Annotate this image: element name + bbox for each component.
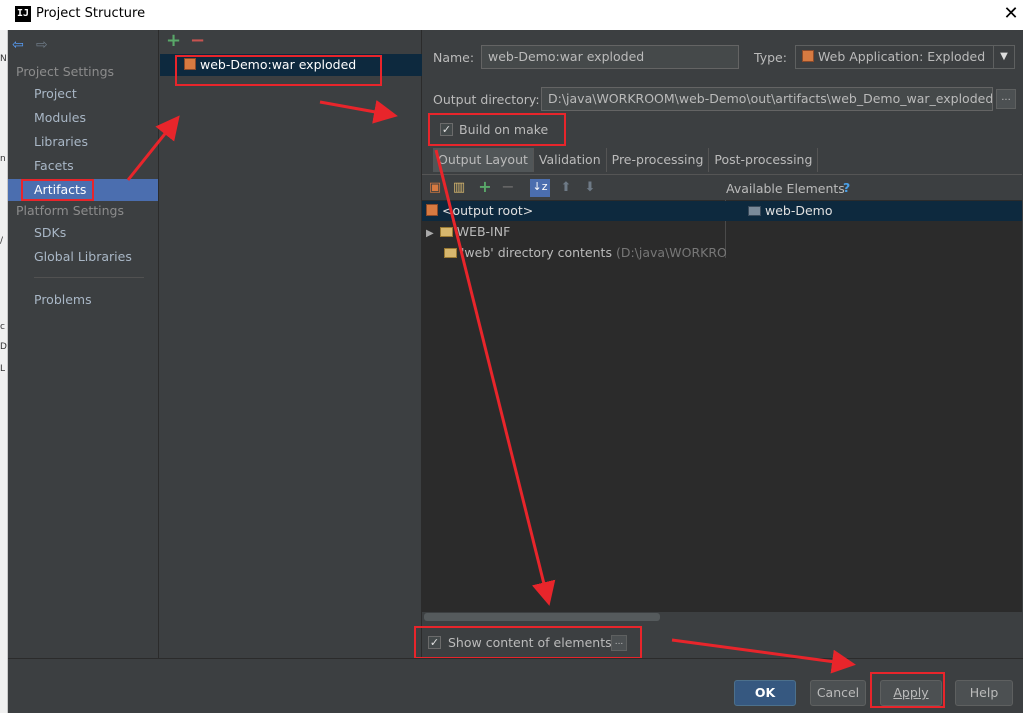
arrow-to-apply <box>671 638 856 674</box>
tab-output-layout[interactable]: Output Layout <box>433 148 534 172</box>
layout-tree-panel: <output root> web-Demo ▶ WEB-INF 'web' di… <box>422 200 1022 621</box>
tab-pre-processing[interactable]: Pre-processing <box>607 148 710 172</box>
horizontal-scrollbar[interactable] <box>424 613 660 621</box>
web-directory-label: 'web' directory contents <box>461 245 612 260</box>
strip-char: n <box>0 154 6 164</box>
folder-icon <box>439 227 453 237</box>
sidebar-item-sdks[interactable]: SDKs <box>8 222 158 244</box>
folder-icon <box>444 248 457 258</box>
artifacts-list-pane: + − web-Demo:war exploded <box>160 30 422 658</box>
sidebar-item-modules[interactable]: Modules <box>8 107 158 129</box>
browse-button[interactable]: ... <box>996 89 1016 109</box>
remove-artifact-icon[interactable]: − <box>190 30 205 51</box>
output-directory-field[interactable]: D:\java\WORKROOM\web-Demo\out\artifacts\… <box>541 87 993 111</box>
output-root-icon <box>426 204 438 216</box>
available-item-label: web-Demo <box>765 203 833 218</box>
sidebar-divider <box>34 277 144 278</box>
remove-element-icon[interactable]: − <box>500 179 516 195</box>
forward-arrow-icon[interactable]: ⇨ <box>36 38 50 52</box>
settings-sidebar: ⇦ ⇨ Project Settings Project Modules Lib… <box>8 30 159 658</box>
tree-row-output-root[interactable]: <output root> <box>426 201 533 221</box>
chevron-down-icon[interactable]: ▼ <box>993 46 1014 68</box>
sidebar-item-global-libraries[interactable]: Global Libraries <box>8 246 158 268</box>
create-archive-icon[interactable]: ▥ <box>451 180 467 196</box>
module-folder-icon <box>748 206 761 216</box>
layout-toolbar: ▣ ▥ + − ↓z ⬆ ⬇ Available Elements ? <box>422 174 1022 200</box>
help-icon[interactable]: ? <box>843 180 850 195</box>
title-bar: IJ Project Structure ✕ <box>0 0 1023 30</box>
output-directory-label: Output directory: <box>433 92 540 107</box>
type-select[interactable]: Web Application: Exploded <box>795 45 1015 69</box>
sidebar-item-facets[interactable]: Facets <box>8 155 158 177</box>
intellij-app-icon: IJ <box>15 6 31 22</box>
help-button[interactable]: Help <box>955 680 1013 706</box>
cancel-button[interactable]: Cancel <box>810 680 866 706</box>
move-up-icon[interactable]: ⬆ <box>558 180 574 196</box>
type-label: Type: <box>754 50 787 65</box>
annotation-box-artifacts <box>21 179 94 201</box>
strip-char: L <box>0 364 6 374</box>
name-field[interactable]: web-Demo:war exploded <box>481 45 739 69</box>
layout-tabs: Output Layout Validation Pre-processing … <box>433 148 819 172</box>
strip-char: c <box>0 322 5 332</box>
name-label: Name: <box>433 50 475 65</box>
annotation-box-artifact <box>175 55 382 86</box>
add-element-icon[interactable]: + <box>477 179 493 195</box>
tab-validation[interactable]: Validation <box>534 148 607 172</box>
close-icon[interactable]: ✕ <box>1000 2 1022 26</box>
strip-char: D <box>0 342 7 352</box>
back-arrow-icon[interactable]: ⇦ <box>12 38 26 52</box>
create-directory-icon[interactable]: ▣ <box>427 180 443 196</box>
available-item-web-demo[interactable]: web-Demo <box>748 201 833 221</box>
move-down-icon[interactable]: ⬇ <box>582 180 598 196</box>
project-settings-heading: Project Settings <box>16 64 115 79</box>
strip-char: N <box>0 54 7 64</box>
available-elements-label: Available Elements <box>726 181 845 196</box>
tree-row-web-directory[interactable]: 'web' directory contents (D:\java\WORKRO… <box>444 243 726 263</box>
web-inf-label: WEB-INF <box>456 224 511 239</box>
tree-row-web-inf[interactable]: ▶ WEB-INF <box>426 222 510 242</box>
bottom-divider <box>8 658 1023 659</box>
sidebar-item-problems[interactable]: Problems <box>8 289 158 311</box>
annotation-box-show-content <box>414 626 642 659</box>
sidebar-item-project[interactable]: Project <box>8 83 158 105</box>
background-window-strip: N n / c D L <box>0 30 8 713</box>
output-root-label: <output root> <box>442 203 534 218</box>
strip-char: / <box>0 236 4 246</box>
annotation-box-build-on-make <box>428 113 566 146</box>
tab-post-processing[interactable]: Post-processing <box>709 148 819 172</box>
window-title: Project Structure <box>36 6 146 21</box>
sort-icon[interactable]: ↓z <box>530 179 550 197</box>
web-directory-path: (D:\java\WORKROOI <box>615 245 726 260</box>
platform-settings-heading: Platform Settings <box>16 203 124 218</box>
expand-arrow-icon[interactable]: ▶ <box>426 228 434 239</box>
add-artifact-icon[interactable]: + <box>166 30 181 51</box>
sidebar-item-libraries[interactable]: Libraries <box>8 131 158 153</box>
ok-button[interactable]: OK <box>734 680 796 706</box>
web-app-icon <box>802 50 814 62</box>
annotation-box-apply <box>870 672 945 708</box>
type-select-value: Web Application: Exploded <box>818 49 986 64</box>
